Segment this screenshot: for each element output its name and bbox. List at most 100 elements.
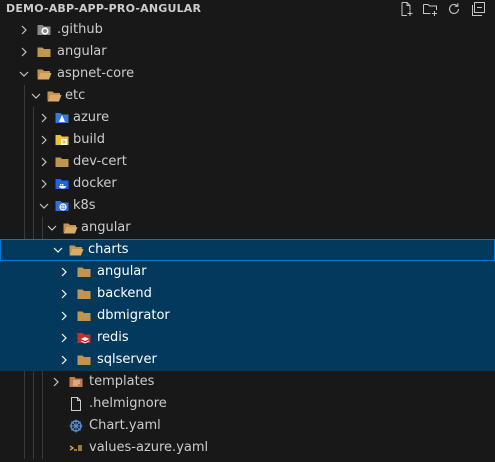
yaml-icon — [69, 445, 82, 451]
tree-item-angular[interactable]: angular — [0, 41, 495, 63]
kubernetes-folder-icon — [55, 201, 69, 211]
tree-label: azure — [73, 110, 110, 125]
indent-guide — [42, 393, 43, 415]
indent-guide — [24, 129, 25, 151]
github-folder-icon — [37, 25, 51, 35]
new-file-icon[interactable] — [397, 0, 415, 18]
tree-item-k8s[interactable]: k8s — [0, 195, 495, 217]
chevron-right-icon[interactable] — [36, 110, 52, 126]
chevron-down-icon[interactable] — [28, 88, 44, 104]
tree-label: templates — [89, 374, 155, 389]
tree-label: docker — [73, 176, 117, 191]
tree-label: .github — [57, 22, 103, 37]
tree-item-charts-angular[interactable]: angular — [0, 261, 495, 283]
docker-folder-icon — [55, 179, 69, 189]
indent-guide — [33, 173, 34, 195]
tree-label: build — [73, 132, 105, 147]
chevron-right-icon[interactable] — [36, 176, 52, 192]
indent-guide — [24, 217, 25, 239]
tree-item-dev-cert[interactable]: dev-cert — [0, 151, 495, 173]
chevron-down-icon[interactable] — [16, 66, 32, 82]
chevron-right-icon[interactable] — [36, 132, 52, 148]
chevron-right-icon[interactable] — [56, 352, 72, 368]
tree-label: values-azure.yaml — [89, 440, 209, 455]
tree-label: .helmignore — [89, 396, 167, 411]
tree-item-aspnet-core[interactable]: aspnet-core — [0, 63, 495, 85]
tree-item-helmignore[interactable]: .helmignore — [0, 393, 495, 415]
tree-item-docker[interactable]: docker — [0, 173, 495, 195]
tree-label: aspnet-core — [57, 66, 135, 81]
tree-item-etc[interactable]: etc — [0, 85, 495, 107]
folder-icon — [77, 289, 91, 299]
explorer-header[interactable]: DEMO-ABP-APP-PRO-ANGULAR — [0, 0, 495, 18]
indent-guide — [24, 195, 25, 217]
indent-guide — [24, 85, 25, 107]
folder-open-icon — [63, 223, 78, 234]
indent-guide — [33, 129, 34, 151]
tree-item-k8s-angular[interactable]: angular — [0, 217, 495, 239]
templates-folder-icon — [69, 377, 83, 387]
indent-guide — [33, 107, 34, 129]
folder-icon — [55, 157, 69, 167]
tree-item-backend[interactable]: backend — [0, 283, 495, 305]
chevron-down-icon[interactable] — [36, 198, 52, 214]
indent-guide — [33, 371, 34, 393]
folder-open-icon — [47, 91, 62, 102]
tree-label: etc — [65, 88, 86, 103]
indent-guide — [33, 151, 34, 173]
new-folder-icon[interactable] — [421, 0, 439, 18]
folder-open-icon — [37, 69, 52, 80]
chevron-right-icon[interactable] — [48, 374, 64, 390]
helm-icon — [69, 419, 83, 433]
folder-icon — [77, 267, 91, 277]
chevron-right-icon[interactable] — [56, 286, 72, 302]
tree-item-sqlserver[interactable]: sqlserver — [0, 349, 495, 371]
chevron-right-icon[interactable] — [56, 264, 72, 280]
indent-guide — [33, 393, 34, 415]
folder-icon — [37, 47, 51, 57]
chevron-right-icon[interactable] — [56, 308, 72, 324]
indent-guide — [33, 437, 34, 459]
tree-label: angular — [57, 44, 107, 59]
chevron-down-icon[interactable] — [50, 242, 66, 258]
indent-guide — [24, 415, 25, 437]
chevron-right-icon[interactable] — [56, 330, 72, 346]
tree-item-charts[interactable]: charts — [0, 239, 495, 261]
chevron-right-icon[interactable] — [16, 44, 32, 60]
tree-label: Chart.yaml — [89, 418, 161, 433]
collapse-all-icon[interactable] — [469, 0, 487, 18]
indent-guide — [42, 217, 43, 239]
tree-item-azure[interactable]: azure — [0, 107, 495, 129]
indent-guide — [42, 437, 43, 459]
explorer-actions — [397, 0, 487, 18]
indent-guide — [42, 415, 43, 437]
tree-item-values-azure-yaml[interactable]: values-azure.yaml — [0, 437, 495, 459]
project-title[interactable]: DEMO-ABP-APP-PRO-ANGULAR — [6, 1, 201, 17]
tree-item-chart-yaml[interactable]: Chart.yaml — [0, 415, 495, 437]
chevron-right-icon[interactable] — [36, 154, 52, 170]
chevron-right-icon[interactable] — [16, 22, 32, 38]
folder-open-icon — [69, 245, 84, 256]
refresh-icon[interactable] — [445, 0, 463, 18]
redis-folder-icon — [77, 333, 91, 344]
build-folder-icon — [55, 135, 69, 145]
indent-guide — [24, 107, 25, 129]
tree-label: angular — [81, 220, 131, 235]
folder-icon — [77, 311, 91, 321]
file-tree: .github angular aspnet-core etc azure bu… — [0, 19, 495, 459]
tree-item-build[interactable]: build — [0, 129, 495, 151]
tree-item-github[interactable]: .github — [0, 19, 495, 41]
tree-label: angular — [97, 264, 147, 279]
indent-guide — [24, 151, 25, 173]
tree-item-redis[interactable]: redis — [0, 327, 495, 349]
indent-guide — [42, 371, 43, 393]
indent-guide — [33, 195, 34, 217]
file-icon — [71, 397, 81, 411]
indent-guide — [24, 393, 25, 415]
indent-guide — [33, 217, 34, 239]
indent-guide — [24, 173, 25, 195]
indent-guide — [24, 437, 25, 459]
tree-item-templates[interactable]: templates — [0, 371, 495, 393]
chevron-down-icon[interactable] — [44, 220, 60, 236]
tree-item-dbmigrator[interactable]: dbmigrator — [0, 305, 495, 327]
